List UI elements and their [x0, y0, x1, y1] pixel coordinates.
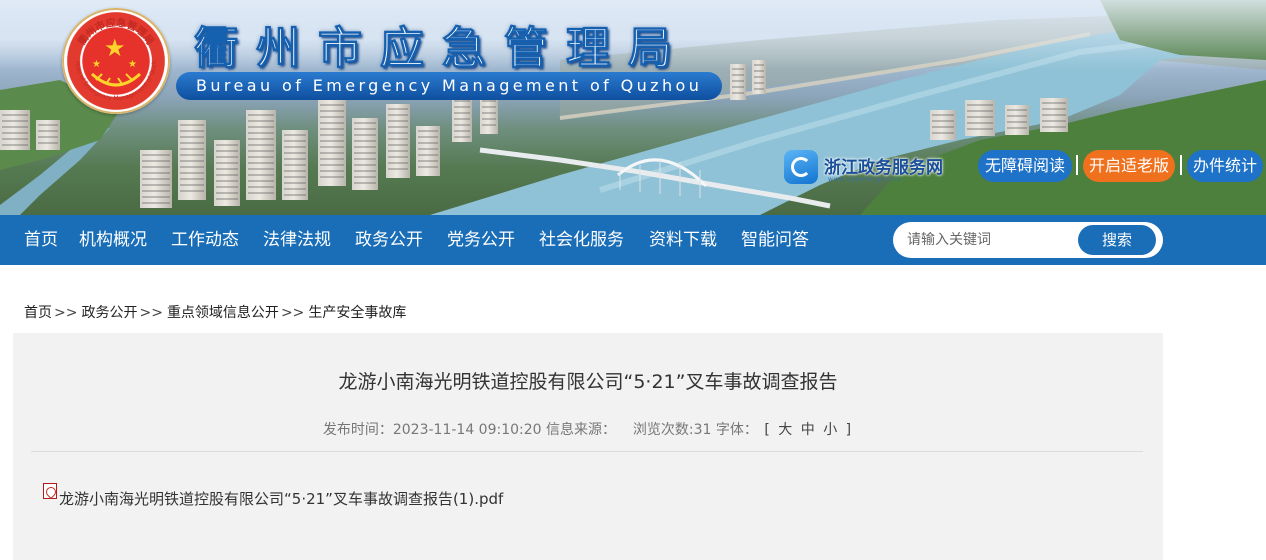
nav-item-party-affairs[interactable]: 党务公开 [447, 215, 515, 265]
font-large-button[interactable]: 大 [778, 422, 792, 438]
pdf-icon [43, 483, 57, 499]
elderly-mode-button[interactable]: 开启适老版 [1083, 150, 1175, 182]
font-small-button[interactable]: 小 [823, 422, 837, 438]
published-label: 发布时间： [322, 422, 393, 438]
emblem-small-star-icon: ★ [92, 59, 101, 70]
zhejiang-portal-logo-icon[interactable] [784, 150, 818, 184]
site-subtitle: Bureau of Emergency Management of Quzhou [176, 72, 722, 100]
nav-item-work-news[interactable]: 工作动态 [171, 215, 239, 265]
views-label: 浏览次数: [632, 422, 694, 438]
nav-item-laws[interactable]: 法律法规 [263, 215, 331, 265]
published-time: 2023-11-14 09:10:20 [392, 422, 542, 438]
nav-item-organization[interactable]: 机构概况 [79, 215, 147, 265]
search-input[interactable] [907, 228, 1077, 252]
breadcrumb-government-affairs[interactable]: 政务公开 [81, 305, 137, 321]
bureau-emblem: 衢州市应急管理局 Bureau of Emergency Management … [62, 8, 170, 114]
source-label: 信息来源： [546, 422, 617, 438]
font-bracket-close: ] [845, 422, 852, 438]
main-nav: 首页 机构概况 工作动态 法律法规 政务公开 党务公开 社会化服务 资料下载 智… [0, 215, 1266, 265]
emblem-star-icon: ★ [104, 34, 126, 62]
case-statistics-button[interactable]: 办件统计 [1187, 150, 1263, 182]
accessibility-reading-button[interactable]: 无障碍阅读 [978, 150, 1072, 182]
nav-item-government-affairs[interactable]: 政务公开 [355, 215, 423, 265]
article-panel: 龙游小南海光明铁道控股有限公司“5·21”叉车事故调查报告 发布时间：2023-… [13, 333, 1163, 560]
header-separator [1180, 155, 1182, 175]
views-count: 31 [693, 422, 712, 438]
nav-item-social-services[interactable]: 社会化服务 [539, 215, 624, 265]
font-bracket-open: [ [764, 422, 770, 438]
breadcrumb: 首页 >> 政务公开 >> 重点领域信息公开 >> 生产安全事故库 [24, 302, 406, 322]
breadcrumb-home[interactable]: 首页 [24, 305, 52, 321]
nav-item-home[interactable]: 首页 [24, 215, 58, 265]
header-banner: 衢州市应急管理局 Bureau of Emergency Management … [0, 0, 1266, 215]
content-divider [31, 451, 1143, 452]
article-meta: 发布时间：2023-11-14 09:10:20 信息来源： 浏览次数:31 字… [13, 419, 1163, 439]
font-medium-button[interactable]: 中 [801, 422, 815, 438]
site-title: 衢州市应急管理局 [194, 23, 690, 75]
search-button[interactable]: 搜索 [1078, 225, 1156, 255]
nav-item-downloads[interactable]: 资料下载 [649, 215, 717, 265]
zhejiang-portal-link[interactable]: 浙江政务服务网 [824, 153, 943, 178]
breadcrumb-separator: >> [54, 305, 78, 321]
font-size-control: [ 大 中 小 ] [762, 422, 853, 438]
breadcrumb-key-areas[interactable]: 重点领域信息公开 [167, 305, 279, 321]
article-title: 龙游小南海光明铁道控股有限公司“5·21”叉车事故调查报告 [338, 371, 838, 393]
zhejiang-portal-url: www.zjzwfw.gov.cn [828, 176, 902, 183]
breadcrumb-separator: >> [139, 305, 163, 321]
nav-item-smart-qa[interactable]: 智能问答 [741, 215, 809, 265]
breadcrumb-separator: >> [280, 305, 305, 321]
header-separator [1076, 155, 1078, 175]
breadcrumb-accident-library[interactable]: 生产安全事故库 [308, 305, 406, 321]
emblem-small-star-icon: ★ [128, 59, 137, 70]
search-box: 搜索 [893, 222, 1163, 258]
font-label: 字体： [715, 422, 758, 438]
attachment-link[interactable]: 龙游小南海光明铁道控股有限公司“5·21”叉车事故调查报告(1).pdf [59, 488, 503, 509]
